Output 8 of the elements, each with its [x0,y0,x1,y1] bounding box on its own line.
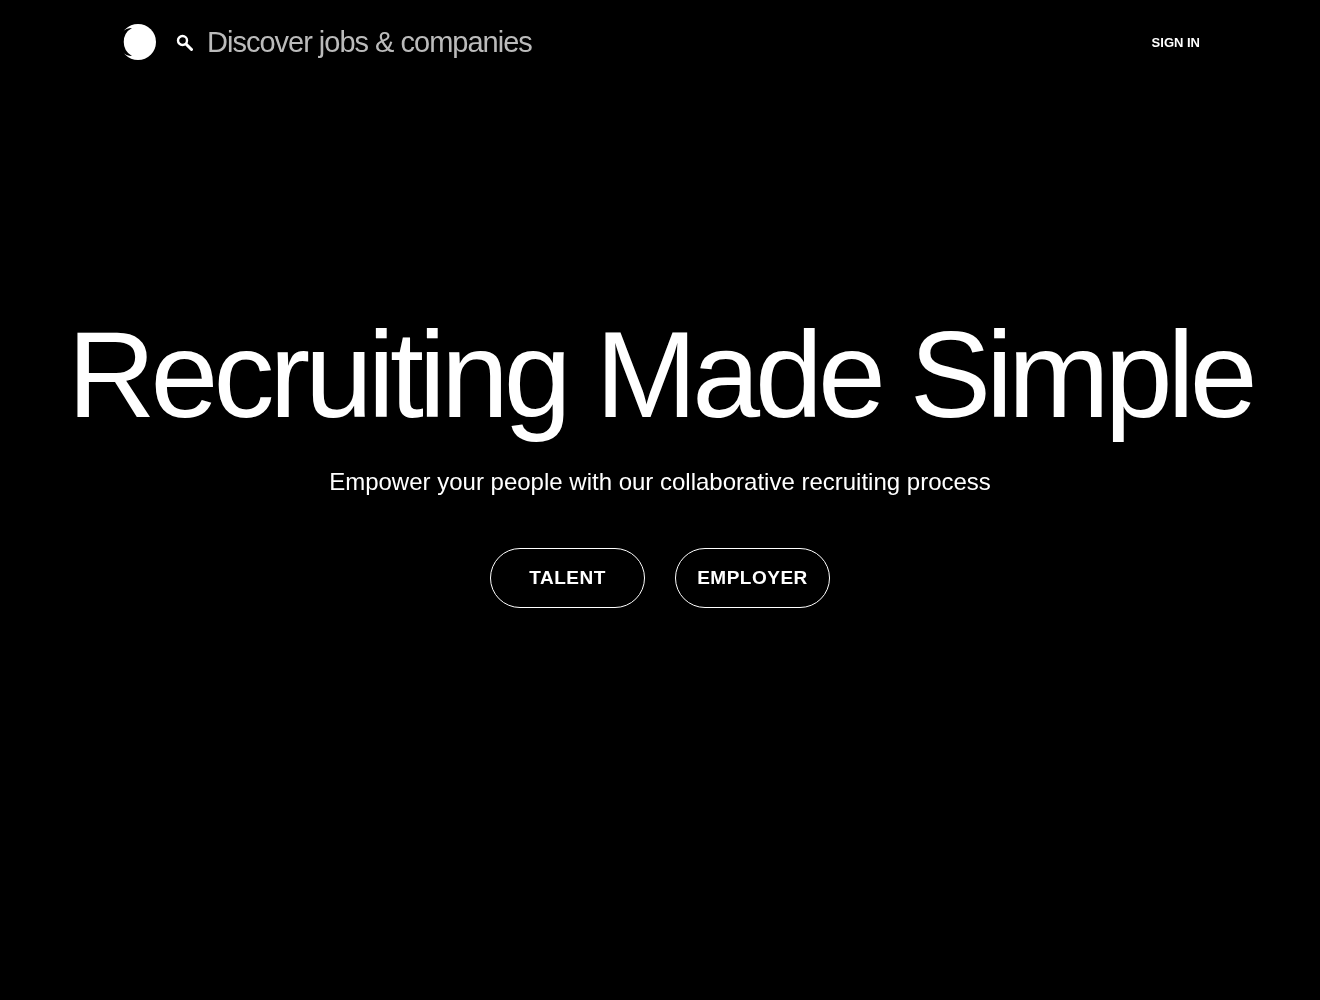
hero-subtitle: Empower your people with our collaborative recruiting process [329,468,991,496]
search-icon[interactable] [176,33,193,51]
role-button[interactable]: EMPLOYER [675,548,830,608]
logo-icon[interactable] [118,24,158,60]
sign-in-link[interactable]: SIGN IN [1151,34,1200,50]
hero-title: Recruiting Made Simple [67,310,1253,440]
search-field[interactable]: Discover jobs & companies [207,25,567,59]
role-button[interactable]: TALENT [490,548,645,608]
